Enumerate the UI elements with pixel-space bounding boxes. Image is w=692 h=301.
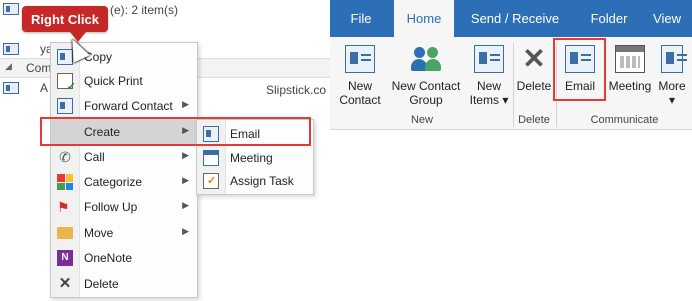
button-label: Group [409,93,443,107]
group-header-text: (e): 2 item(s) [110,3,179,17]
submenu-arrow-icon: ▶ [182,200,189,210]
email-icon [565,45,595,73]
onenote-icon: N [57,250,73,266]
menu-item-move[interactable]: Move ▶ [51,220,197,246]
callout-text: Right Click [31,11,99,27]
button-label: Contact [339,93,381,107]
contact-name: A [40,81,49,95]
submenu-arrow-icon: ▶ [182,175,189,185]
menu-item-delete[interactable]: ✕ Delete [51,271,197,297]
contact-icon [3,3,19,15]
menu-item-label: OneNote [84,251,133,265]
tab-file[interactable]: File [330,0,392,37]
menu-item-create[interactable]: Create ▶ [51,119,197,145]
submenu-item-meeting[interactable]: Meeting [197,146,313,170]
email-button[interactable]: Email [557,37,603,115]
menu-item-call[interactable]: ✆ Call ▶ [51,144,197,170]
submenu-item-label: Assign Task [230,174,294,188]
context-menu: Copy Quick Print Forward Contact ▶ Creat… [50,42,198,298]
delete-icon: ✕ [522,43,546,74]
more-icon [661,45,687,73]
new-contact-group-button[interactable]: New Contact Group [386,37,466,115]
contact-icon [3,43,19,55]
button-label: Meeting [608,79,652,93]
menu-item-label: Follow Up [84,200,138,214]
email-icon [203,126,219,142]
meeting-icon [615,45,645,73]
tab-folder[interactable]: Folder [576,0,642,37]
menu-item-onenote[interactable]: N OneNote [51,245,197,271]
button-label: More [658,79,686,93]
button-label: New [476,79,501,93]
contact-icon [3,82,19,94]
right-click-callout: Right Click [22,6,108,42]
button-label: ▾ [668,93,676,107]
menu-item-label: Move [84,226,114,240]
contact-list-pane: (e): 2 item(s) ya ◢ Comp A Slipstick.co … [0,0,330,301]
submenu-arrow-icon: ▶ [182,226,189,236]
tab-send-receive[interactable]: Send / Receive [456,0,574,37]
menu-item-quick-print[interactable]: Quick Print [51,68,197,94]
ribbon-body: New Contact New Contact Group New Items ▾ N… [330,37,692,130]
menu-item-label: Create [84,125,121,139]
submenu-item-label: Email [230,127,261,141]
forward-contact-icon [57,98,73,114]
menu-item-label: Quick Print [84,74,143,88]
submenu-item-label: Meeting [230,151,273,165]
tab-view[interactable]: View [644,0,690,37]
button-label: Items ▾ [469,93,509,107]
menu-item-label: Call [84,150,105,164]
menu-item-label: Forward Contact [84,99,173,113]
contact-company: Slipstick.co [266,83,327,97]
more-button[interactable]: More ▾ [654,37,690,115]
flag-icon: ⚑ [57,199,70,215]
submenu-item-assign-task[interactable]: Assign Task [197,169,313,193]
menu-item-label: Categorize [84,175,143,189]
create-submenu: Email Meeting Assign Task [196,119,314,195]
categorize-icon [57,174,73,190]
menu-item-forward-contact[interactable]: Forward Contact ▶ [51,93,197,119]
tab-home[interactable]: Home [394,0,454,38]
meeting-icon [203,150,219,166]
group-label-delete: Delete [518,114,550,126]
delete-button[interactable]: ✕ Delete [514,37,554,115]
meeting-button[interactable]: Meeting [606,37,654,115]
new-contact-button[interactable]: New Contact [334,37,386,115]
group-label-communicate: Communicate [590,114,659,126]
new-items-icon [474,45,504,73]
new-items-button[interactable]: New Items ▾ [466,37,512,115]
menu-item-label: Delete [84,277,119,291]
quick-print-icon [57,73,76,93]
folder-icon [57,227,73,239]
group-label-new: New [410,114,433,126]
new-contact-icon [345,45,375,73]
delete-icon: ✕ [58,275,72,292]
new-contact-group-icon [411,45,441,73]
submenu-arrow-icon: ▶ [182,99,189,109]
submenu-item-email[interactable]: Email [197,122,313,146]
button-label: New [347,79,372,93]
button-label: New Contact [391,79,461,93]
menu-item-categorize[interactable]: Categorize ▶ [51,169,197,195]
phone-icon: ✆ [59,149,71,165]
menu-item-follow-up[interactable]: ⚑ Follow Up ▶ [51,194,197,220]
submenu-arrow-icon: ▶ [182,125,189,135]
button-label: Email [564,79,595,93]
assign-task-icon [203,173,219,189]
outlook-ribbon: File Home Send / Receive Folder View New… [330,0,692,301]
collapse-icon[interactable]: ◢ [5,61,12,72]
button-label: Delete [516,79,552,93]
submenu-arrow-icon: ▶ [182,150,189,160]
ribbon-tab-bar: File Home Send / Receive Folder View [330,0,692,38]
